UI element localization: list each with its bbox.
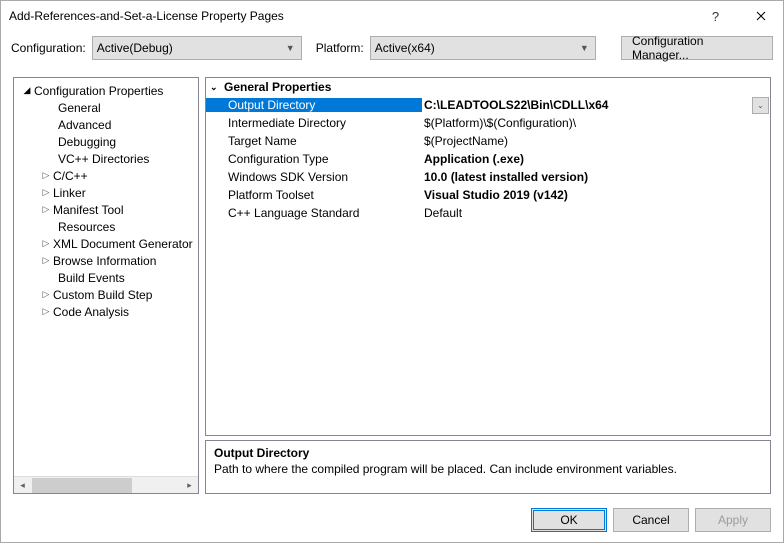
tree-item-linker[interactable]: ▷Linker: [14, 184, 198, 201]
main-area: ◢ Configuration Properties General Advan…: [13, 77, 771, 494]
property-label: Configuration Type: [206, 152, 422, 166]
expander-icon[interactable]: ▷: [39, 289, 53, 300]
configuration-value: Active(Debug): [97, 41, 173, 55]
property-row-configuration-type[interactable]: Configuration Type Application (.exe): [206, 150, 770, 168]
titlebar: Add-References-and-Set-a-License Propert…: [1, 1, 783, 31]
property-label: Platform Toolset: [206, 188, 422, 202]
configuration-manager-button[interactable]: Configuration Manager...: [621, 36, 773, 60]
property-row-sdk-version[interactable]: Windows SDK Version 10.0 (latest install…: [206, 168, 770, 186]
configuration-label: Configuration:: [11, 41, 86, 55]
property-label: Target Name: [206, 134, 422, 148]
bottom-bar: OK Cancel Apply: [531, 508, 771, 532]
tree-item-advanced[interactable]: Advanced: [14, 116, 198, 133]
tree[interactable]: ◢ Configuration Properties General Advan…: [14, 78, 198, 476]
property-value[interactable]: C:\LEADTOOLS22\Bin\CDLL\x64: [422, 98, 752, 112]
property-grid: ⌄ General Properties Output Directory C:…: [205, 77, 771, 436]
horizontal-scrollbar[interactable]: ◂ ▸: [14, 476, 198, 493]
platform-value: Active(x64): [375, 41, 435, 55]
tree-item-custombuild[interactable]: ▷Custom Build Step: [14, 286, 198, 303]
tree-item-cpp[interactable]: ▷C/C++: [14, 167, 198, 184]
property-row-intermediate-directory[interactable]: Intermediate Directory $(Platform)\$(Con…: [206, 114, 770, 132]
property-label: C++ Language Standard: [206, 206, 422, 220]
description-title: Output Directory: [214, 446, 762, 460]
chevron-down-icon: ▼: [286, 43, 295, 53]
platform-label: Platform:: [316, 41, 364, 55]
description-panel: Output Directory Path to where the compi…: [205, 440, 771, 494]
tree-root[interactable]: ◢ Configuration Properties: [14, 82, 198, 99]
property-value[interactable]: Visual Studio 2019 (v142): [422, 188, 770, 202]
property-row-target-name[interactable]: Target Name $(ProjectName): [206, 132, 770, 150]
expander-icon[interactable]: ▷: [39, 306, 53, 317]
expander-icon[interactable]: ▷: [39, 204, 53, 215]
expander-icon[interactable]: ▷: [39, 238, 53, 249]
close-button[interactable]: [738, 1, 783, 31]
property-row-output-directory[interactable]: Output Directory C:\LEADTOOLS22\Bin\CDLL…: [206, 96, 770, 114]
dropdown-button[interactable]: ⌄: [752, 97, 769, 114]
expander-icon[interactable]: ▷: [39, 187, 53, 198]
scroll-thumb[interactable]: [32, 478, 132, 493]
tree-item-browseinfo[interactable]: ▷Browse Information: [14, 252, 198, 269]
property-value[interactable]: Default: [422, 206, 770, 220]
property-row-platform-toolset[interactable]: Platform Toolset Visual Studio 2019 (v14…: [206, 186, 770, 204]
chevron-down-icon: ▼: [580, 43, 589, 53]
ok-button[interactable]: OK: [531, 508, 607, 532]
tree-panel: ◢ Configuration Properties General Advan…: [13, 77, 199, 494]
right-panel: ⌄ General Properties Output Directory C:…: [205, 77, 771, 494]
property-label: Windows SDK Version: [206, 170, 422, 184]
scroll-left-icon[interactable]: ◂: [14, 477, 31, 494]
cancel-button[interactable]: Cancel: [613, 508, 689, 532]
property-label: Output Directory: [206, 98, 422, 112]
property-label: Intermediate Directory: [206, 116, 422, 130]
tree-item-codeanalysis[interactable]: ▷Code Analysis: [14, 303, 198, 320]
config-row: Configuration: Active(Debug) ▼ Platform:…: [1, 31, 783, 59]
expander-icon[interactable]: ▷: [39, 255, 53, 266]
platform-select[interactable]: Active(x64) ▼: [370, 36, 596, 60]
tree-item-buildevents[interactable]: Build Events: [14, 269, 198, 286]
close-icon: [756, 11, 766, 21]
description-text: Path to where the compiled program will …: [214, 462, 762, 476]
window-title: Add-References-and-Set-a-License Propert…: [9, 9, 693, 23]
help-button[interactable]: ?: [693, 1, 738, 31]
configuration-select[interactable]: Active(Debug) ▼: [92, 36, 302, 60]
property-value[interactable]: Application (.exe): [422, 152, 770, 166]
property-row-cpp-standard[interactable]: C++ Language Standard Default: [206, 204, 770, 222]
property-value[interactable]: 10.0 (latest installed version): [422, 170, 770, 184]
tree-item-general[interactable]: General: [14, 99, 198, 116]
property-group-header[interactable]: ⌄ General Properties: [206, 78, 770, 96]
expander-open-icon[interactable]: ⌄: [210, 82, 224, 93]
expander-icon[interactable]: ▷: [39, 170, 53, 181]
tree-item-xmldoc[interactable]: ▷XML Document Generator: [14, 235, 198, 252]
property-value[interactable]: $(Platform)\$(Configuration)\: [422, 116, 770, 130]
scroll-right-icon[interactable]: ▸: [181, 477, 198, 494]
tree-item-vcdirs[interactable]: VC++ Directories: [14, 150, 198, 167]
tree-item-debugging[interactable]: Debugging: [14, 133, 198, 150]
chevron-down-icon: ⌄: [757, 101, 764, 110]
tree-item-resources[interactable]: Resources: [14, 218, 198, 235]
property-value[interactable]: $(ProjectName): [422, 134, 770, 148]
apply-button: Apply: [695, 508, 771, 532]
expander-open-icon[interactable]: ◢: [20, 85, 34, 96]
tree-item-manifest[interactable]: ▷Manifest Tool: [14, 201, 198, 218]
